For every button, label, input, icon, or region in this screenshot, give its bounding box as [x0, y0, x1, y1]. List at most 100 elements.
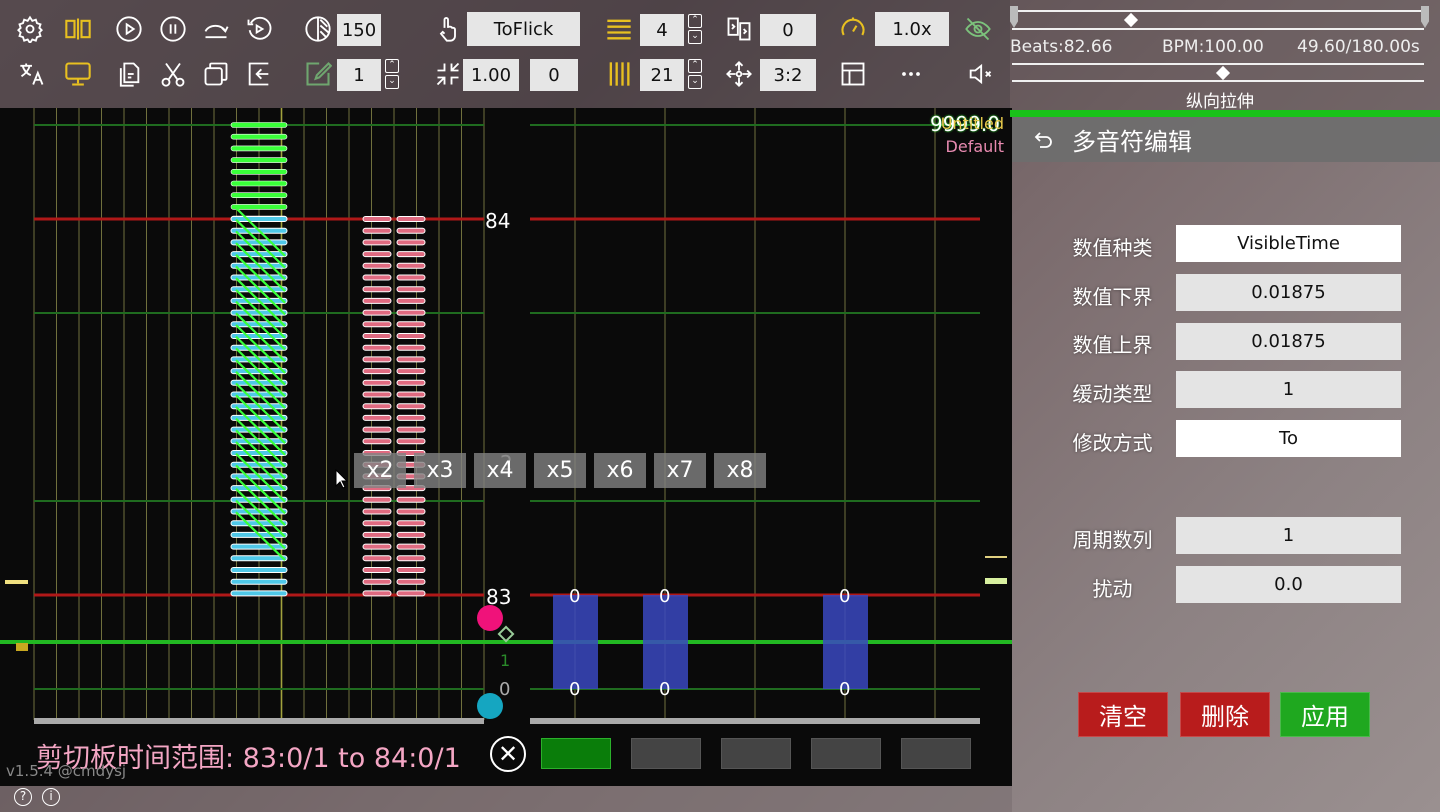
hold-note	[396, 567, 426, 573]
lane-count-stepper[interactable]: ⌃ ⌄	[688, 59, 702, 89]
step-up-icon[interactable]: ⌃	[688, 59, 702, 73]
line-index-input[interactable]: 0	[760, 14, 816, 46]
event-block	[553, 595, 598, 689]
hold-note	[396, 508, 426, 515]
play-icon[interactable]	[114, 14, 144, 44]
hold-note	[362, 379, 392, 386]
hold-note	[396, 414, 426, 421]
translate-icon[interactable]	[17, 59, 47, 89]
hold-note	[396, 251, 426, 258]
copy-icon[interactable]	[201, 59, 231, 89]
panel-accent-bar	[1010, 110, 1440, 117]
monitor-icon[interactable]	[63, 59, 93, 89]
clipboard-slot-3[interactable]	[721, 738, 791, 769]
chart-editor-canvas[interactable]: 9999.0 Untitled Default 84 83 1 0 0 0 0 …	[0, 108, 1012, 786]
event-value: 0	[569, 679, 581, 700]
multiplier-x8-button[interactable]: x8	[714, 453, 766, 488]
clipboard-slot-5[interactable]	[901, 738, 971, 769]
playback-progress-track[interactable]	[1012, 10, 1424, 12]
clipboard-slot-4[interactable]	[811, 738, 881, 769]
clipboard-slot-1[interactable]	[541, 738, 611, 769]
period-sequence-input[interactable]: 1	[1176, 517, 1401, 554]
clear-clipboard-button[interactable]: ✕	[490, 736, 526, 772]
edit-count-input[interactable]: 1	[337, 59, 381, 91]
lane-count-input[interactable]: 21	[640, 59, 684, 91]
playback-speed-input[interactable]: 1.0x	[875, 12, 949, 46]
scale-input[interactable]: 1.00	[463, 59, 519, 91]
step-down-icon[interactable]: ⌄	[688, 75, 702, 89]
step-up-icon[interactable]: ⌃	[688, 14, 702, 28]
clear-button[interactable]: 清空	[1078, 692, 1168, 737]
multiplier-x2-button[interactable]: x2	[354, 453, 406, 488]
clipboard-slot-2[interactable]	[631, 738, 701, 769]
value-type-select[interactable]: VisibleTime	[1176, 225, 1401, 262]
apply-button[interactable]: 应用	[1280, 692, 1370, 737]
stretch-thumb[interactable]	[1215, 65, 1231, 81]
step-down-icon[interactable]: ⌄	[688, 30, 702, 44]
beat-division-input[interactable]: 4	[640, 14, 684, 46]
mute-icon[interactable]	[965, 59, 995, 89]
skip-forward-icon[interactable]	[201, 14, 231, 44]
hold-note	[362, 520, 392, 527]
hold-note	[362, 496, 392, 503]
line-switch-icon	[724, 14, 754, 44]
cyan-handle[interactable]	[477, 693, 503, 719]
hold-note	[362, 438, 392, 445]
multiplier-x6-button[interactable]: x6	[594, 453, 646, 488]
scrollbar	[34, 718, 484, 724]
layout-icon[interactable]	[838, 59, 868, 89]
range-start-handle[interactable]	[1010, 6, 1018, 28]
step-up-icon[interactable]: ⌃	[385, 59, 399, 73]
playback-progress-thumb[interactable]	[1123, 12, 1139, 28]
help-icon[interactable]: ?	[14, 788, 32, 806]
event-value: 0	[659, 679, 671, 700]
aspect-ratio-input[interactable]: 3:2	[760, 59, 816, 91]
replay-icon[interactable]	[244, 14, 274, 44]
range-end-handle[interactable]	[1421, 6, 1429, 28]
info-icon[interactable]: i	[42, 788, 60, 806]
lower-bound-input[interactable]: 0.01875	[1176, 274, 1401, 311]
pause-icon[interactable]	[158, 14, 188, 44]
modify-mode-select[interactable]: To	[1176, 420, 1401, 457]
scale-offset-input[interactable]: 0	[530, 59, 578, 91]
tap-note	[230, 590, 288, 597]
opacity-input[interactable]: 150	[337, 14, 381, 46]
multiplier-x7-button[interactable]: x7	[654, 453, 706, 488]
hold-note	[362, 251, 392, 258]
multiplier-x4-button[interactable]: x4	[474, 453, 526, 488]
import-icon[interactable]	[244, 59, 274, 89]
multiplier-x3-button[interactable]: x3	[414, 453, 466, 488]
bpm-readout: BPM:100.00	[1162, 37, 1264, 57]
settings-icon[interactable]	[15, 14, 45, 44]
back-icon[interactable]	[1030, 128, 1058, 152]
tap-note	[230, 543, 288, 550]
edit-icon	[303, 59, 333, 89]
vertical-lines-icon	[604, 59, 634, 89]
easing-type-input[interactable]: 1	[1176, 371, 1401, 408]
paste-icon[interactable]	[114, 59, 144, 89]
progress-underline	[1012, 28, 1424, 30]
eye-off-icon[interactable]	[963, 14, 993, 44]
stretch-track[interactable]	[1012, 63, 1424, 65]
more-icon[interactable]	[896, 59, 926, 89]
perturbation-input[interactable]: 0.0	[1176, 566, 1401, 603]
event-value: 0	[839, 586, 851, 607]
magenta-handle[interactable]	[477, 605, 503, 631]
panel-header: 多音符编辑	[1012, 117, 1440, 162]
field-label-value-type: 数值种类	[1072, 236, 1153, 260]
cut-icon[interactable]	[158, 59, 188, 89]
hold-note	[362, 356, 392, 363]
step-down-icon[interactable]: ⌄	[385, 75, 399, 89]
beats-readout: Beats:82.66	[1010, 37, 1113, 57]
beat-division-stepper[interactable]: ⌃ ⌄	[688, 14, 702, 44]
field-label-modify-mode: 修改方式	[1072, 431, 1153, 455]
delete-button[interactable]: 删除	[1180, 692, 1270, 737]
upper-bound-input[interactable]: 0.01875	[1176, 323, 1401, 360]
split-view-icon[interactable]	[63, 14, 93, 44]
mouse-cursor-icon	[335, 469, 349, 489]
multiplier-x5-button[interactable]: x5	[534, 453, 586, 488]
edit-count-stepper[interactable]: ⌃ ⌄	[385, 59, 399, 89]
hold-note	[396, 333, 426, 339]
note-type-select[interactable]: ToFlick	[467, 12, 580, 46]
hold-note	[362, 391, 392, 398]
